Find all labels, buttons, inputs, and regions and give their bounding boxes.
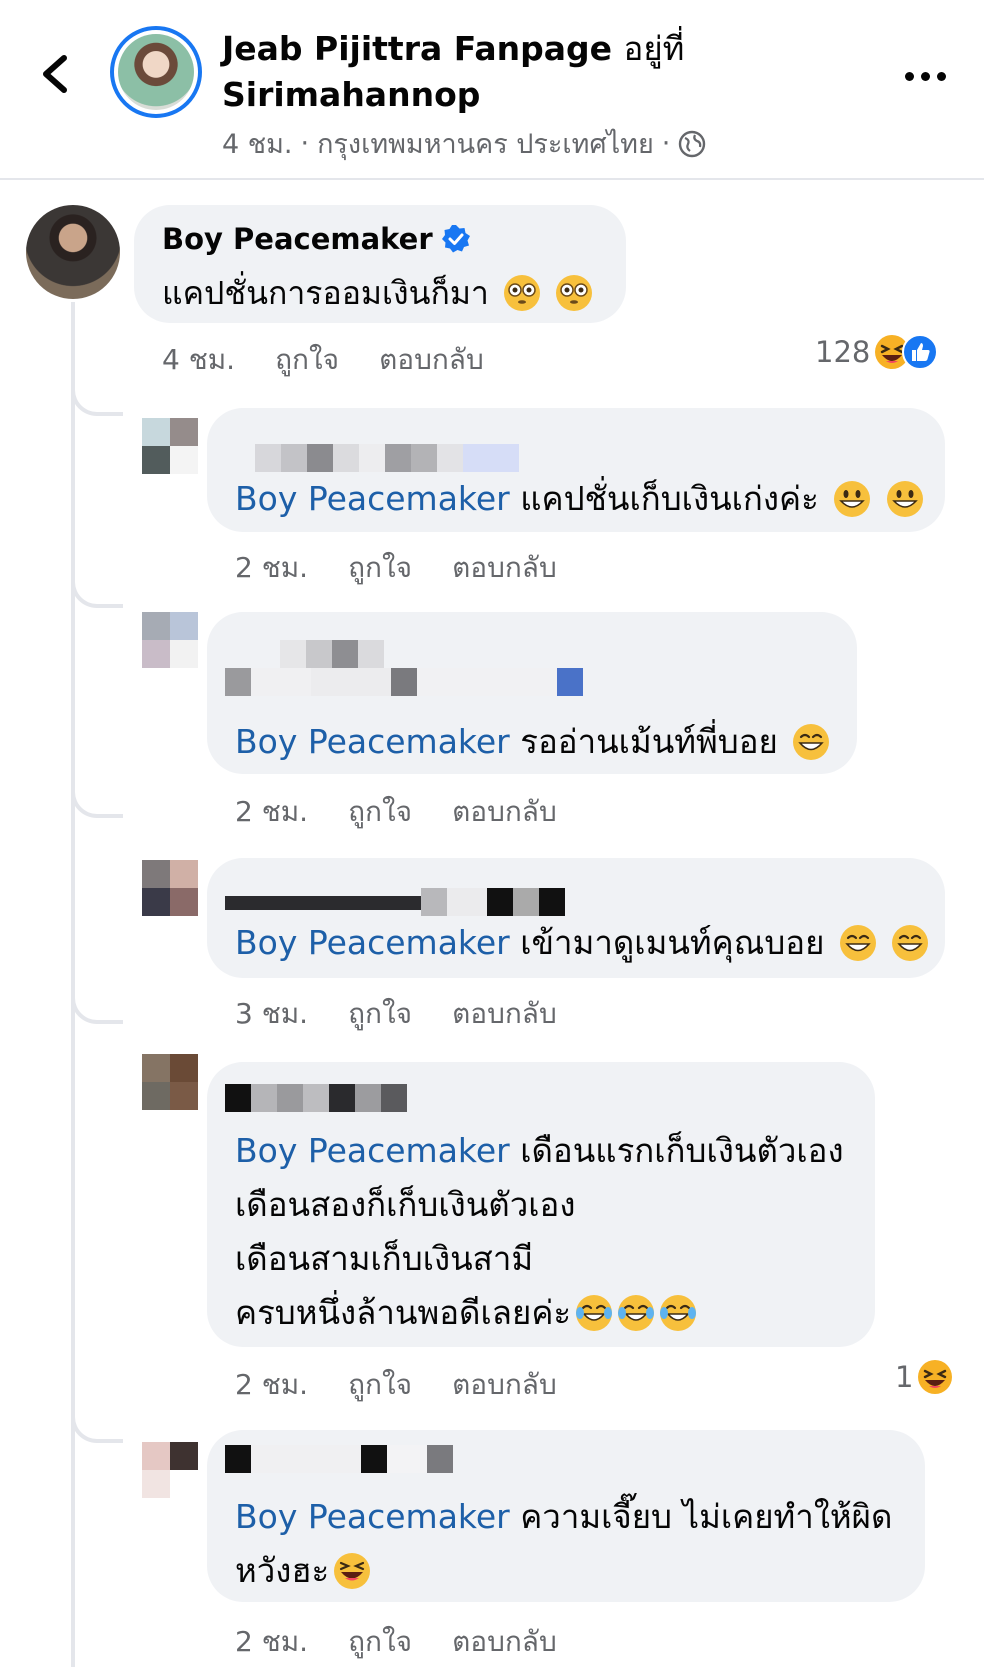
thread-connector — [71, 570, 123, 608]
reaction-count: 128 — [815, 335, 871, 369]
reply-time[interactable]: 2 ชม. — [235, 1363, 308, 1407]
separator: · — [661, 128, 671, 159]
thread-connector — [71, 1405, 123, 1443]
location-prefix: อยู่ที่ — [623, 29, 685, 68]
comment-text: แคปชั่นการออมเงินก็มา — [162, 268, 593, 319]
blurred-author-name — [225, 668, 583, 696]
blurred-author-name — [280, 640, 384, 668]
like-button[interactable]: ถูกใจ — [348, 992, 412, 1036]
comment-author[interactable]: Boy Peacemaker — [162, 222, 471, 256]
grinning-squinting-emoji-icon — [793, 724, 830, 760]
reply-text: Boy Peacemaker เดือนแรกเก็บเงินตัวเอง เด… — [235, 1124, 855, 1340]
blurred-author-name — [225, 1084, 407, 1112]
reply-text: Boy Peacemaker แคปชั่นเก็บเงินเก่งค่ะ — [235, 472, 924, 526]
comment-actions: 4 ชม. ถูกใจ ตอบกลับ — [162, 338, 484, 382]
flushed-emoji-icon — [556, 275, 593, 311]
reply-avatar[interactable] — [142, 612, 198, 668]
reply-time[interactable]: 3 ชม. — [235, 992, 308, 1036]
reply-actions: 2 ชม. ถูกใจ ตอบกลับ — [235, 790, 557, 834]
grinning-emoji-icon — [834, 481, 871, 517]
reply-button[interactable]: ตอบกลับ — [452, 1363, 557, 1407]
haha-reaction-icon — [918, 1360, 953, 1394]
grinning-squinting-emoji-icon — [892, 925, 929, 961]
grinning-squinting-emoji-icon — [839, 925, 876, 961]
like-button[interactable]: ถูกใจ — [348, 1363, 412, 1407]
comment-text-body: แคปชั่นการออมเงินก็มา — [162, 274, 489, 312]
reply-avatar[interactable] — [142, 1442, 198, 1498]
reaction-summary[interactable]: 128 — [815, 334, 939, 370]
reply-button[interactable]: ตอบกลับ — [379, 338, 484, 382]
post-city: กรุงเทพมหานคร ประเทศไทย — [317, 129, 654, 160]
reply-text-body: เข้ามาดูเมนท์คุณบอย — [520, 923, 825, 962]
globe-icon — [679, 130, 706, 157]
reaction-summary[interactable]: 1 — [895, 1359, 953, 1395]
like-button[interactable]: ถูกใจ — [348, 1620, 412, 1664]
flushed-emoji-icon — [504, 275, 541, 311]
post-meta: 4 ชม. · กรุงเทพมหานคร ประเทศไทย · — [222, 122, 706, 165]
location-link[interactable]: Sirimahannop — [222, 75, 480, 114]
comment-time[interactable]: 4 ชม. — [162, 338, 235, 382]
post-time[interactable]: 4 ชม. — [222, 122, 292, 165]
reply-actions: 2 ชม. ถูกใจ ตอบกลับ — [235, 546, 557, 590]
blurred-author-name — [255, 444, 519, 472]
reply-text: Boy Peacemaker เข้ามาดูเมนท์คุณบอย — [235, 916, 929, 970]
reply-button[interactable]: ตอบกลับ — [452, 1620, 557, 1664]
reply-avatar[interactable] — [142, 418, 198, 474]
mention-link[interactable]: Boy Peacemaker — [235, 923, 510, 962]
page-name-link[interactable]: Jeab Pijittra Fanpage — [222, 29, 612, 68]
mention-link[interactable]: Boy Peacemaker — [235, 722, 510, 761]
comment-author-name[interactable]: Boy Peacemaker — [162, 222, 433, 256]
reply-time[interactable]: 2 ชม. — [235, 790, 308, 834]
tears-of-joy-emoji-icon — [660, 1295, 697, 1331]
reply-text-body: เดือนแรกเก็บเงินตัวเอง — [520, 1131, 844, 1170]
reply-button[interactable]: ตอบกลับ — [452, 992, 557, 1036]
thread-connector — [71, 780, 123, 818]
reply-text-line: ครบหนึ่งล้านพอดีเลยค่ะ — [235, 1293, 572, 1332]
mention-link[interactable]: Boy Peacemaker — [235, 1131, 510, 1170]
reply-avatar[interactable] — [142, 1054, 198, 1110]
reply-text-line: เดือนสองก็เก็บเงินตัวเอง — [235, 1185, 576, 1224]
mention-link[interactable]: Boy Peacemaker — [235, 479, 510, 518]
page-title: Jeab Pijittra Fanpage อยู่ที่ Sirimahann… — [222, 26, 862, 118]
like-button[interactable]: ถูกใจ — [275, 338, 339, 382]
verified-badge-icon — [441, 225, 470, 253]
reply-text-line: หวังฮะ — [235, 1551, 330, 1590]
reply-text: Boy Peacemaker ความเจี๊ยบ ไม่เคยทำให้ผิด… — [235, 1490, 915, 1598]
separator: · — [300, 128, 310, 159]
reply-text-body: รออ่านเม้นท์พี่บอย — [520, 722, 778, 761]
reaction-count: 1 — [895, 1360, 914, 1394]
tears-of-joy-emoji-icon — [618, 1295, 655, 1331]
reply-actions: 3 ชม. ถูกใจ ตอบกลับ — [235, 992, 557, 1036]
reply-time[interactable]: 2 ชม. — [235, 1620, 308, 1664]
page-avatar[interactable] — [110, 26, 202, 118]
reply-button[interactable]: ตอบกลับ — [452, 790, 557, 834]
laughing-emoji-icon — [334, 1553, 371, 1589]
reply-actions: 2 ชม. ถูกใจ ตอบกลับ — [235, 1363, 557, 1407]
back-button[interactable] — [36, 50, 76, 98]
like-reaction-icon — [902, 334, 939, 370]
reply-text: Boy Peacemaker รออ่านเม้นท์พี่บอย — [235, 715, 830, 769]
thread-connector — [71, 986, 123, 1024]
avatar[interactable] — [26, 205, 120, 299]
reply-button[interactable]: ตอบกลับ — [452, 546, 557, 590]
chevron-left-icon — [43, 55, 67, 93]
blurred-author-name — [225, 888, 565, 916]
thread-line — [71, 302, 75, 1667]
like-button[interactable]: ถูกใจ — [348, 546, 412, 590]
reply-text-body: แคปชั่นเก็บเงินเก่งค่ะ — [520, 479, 819, 518]
reply-avatar[interactable] — [142, 860, 198, 916]
reply-text-body: ความเจี๊ยบ ไม่เคยทำให้ผิด — [520, 1497, 893, 1536]
thread-connector — [71, 378, 123, 416]
reply-text-line: เดือนสามเก็บเงินสามี — [235, 1239, 534, 1278]
reply-actions: 2 ชม. ถูกใจ ตอบกลับ — [235, 1620, 557, 1664]
grinning-emoji-icon — [886, 481, 923, 517]
mention-link[interactable]: Boy Peacemaker — [235, 1497, 510, 1536]
tears-of-joy-emoji-icon — [576, 1295, 613, 1331]
post-header: Jeab Pijittra Fanpage อยู่ที่ Sirimahann… — [0, 0, 984, 180]
like-button[interactable]: ถูกใจ — [348, 790, 412, 834]
blurred-author-name — [225, 1445, 453, 1473]
reply-time[interactable]: 2 ชม. — [235, 546, 308, 590]
more-options-button[interactable] — [905, 66, 949, 86]
